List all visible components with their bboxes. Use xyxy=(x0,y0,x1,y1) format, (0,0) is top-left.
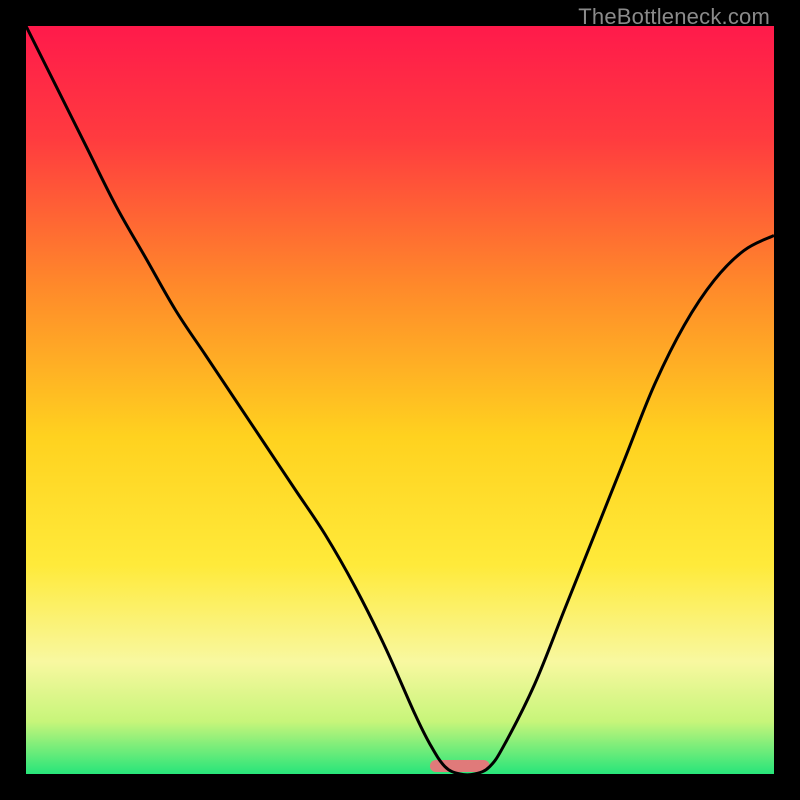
chart-frame xyxy=(26,26,774,774)
bottleneck-chart xyxy=(26,26,774,774)
optimal-range-marker xyxy=(430,760,490,772)
gradient-background xyxy=(26,26,774,774)
